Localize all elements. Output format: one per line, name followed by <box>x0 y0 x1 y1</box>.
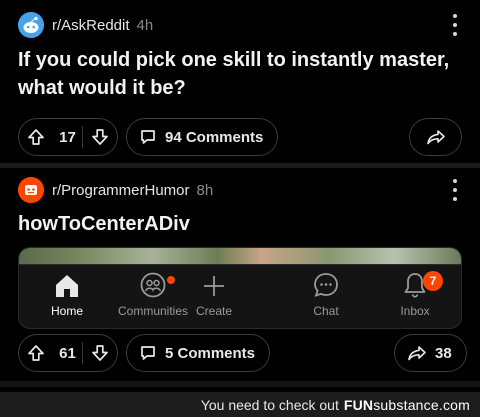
post-image[interactable]: Home Communities Create Chat Inbox 7 <box>18 247 462 329</box>
vote-control: 61 <box>18 334 118 372</box>
post-age: 8h <box>196 181 214 199</box>
subreddit-avatar[interactable] <box>18 12 44 38</box>
nav-label: Communities <box>117 304 189 318</box>
share-icon <box>426 130 445 145</box>
share-button[interactable] <box>409 118 462 156</box>
nav-label: Home <box>50 304 83 318</box>
comments-label: 94 Comments <box>165 128 264 146</box>
watermark-brand: FUNsubstance.com <box>344 397 470 413</box>
brand-fun: FUN <box>343 396 374 413</box>
chat-icon <box>312 265 340 299</box>
post-divider <box>0 381 480 387</box>
downvote-icon[interactable] <box>83 335 117 371</box>
comment-icon <box>141 130 155 144</box>
nav-label: Create <box>195 304 233 318</box>
downvote-icon[interactable] <box>83 119 117 155</box>
nav-chat: Chat <box>306 265 346 328</box>
share-count: 38 <box>435 344 452 362</box>
post-menu-icon[interactable] <box>452 179 458 201</box>
watermark-bar: You need to check out FUNsubstance.com <box>0 392 480 417</box>
watermark-text: You need to check out <box>200 396 339 413</box>
vote-count: 61 <box>59 344 76 362</box>
upvote-icon[interactable] <box>19 119 53 155</box>
post-menu-icon[interactable] <box>452 14 458 36</box>
programmer-humor-icon <box>18 177 44 203</box>
post-title[interactable]: howToCenterADiv <box>18 210 468 238</box>
nav-communities: Communities <box>115 265 191 328</box>
subreddit-name[interactable]: r/ProgrammerHumor <box>52 182 190 199</box>
vote-count: 17 <box>59 128 76 146</box>
subreddit-avatar[interactable] <box>18 177 44 203</box>
nav-create: Create <box>191 265 237 328</box>
communities-icon <box>139 265 167 299</box>
comments-label: 5 Comments <box>165 344 256 362</box>
nav-home: Home <box>37 265 97 328</box>
share-button[interactable]: 38 <box>394 334 467 372</box>
share-icon <box>408 346 426 361</box>
snoo-icon <box>18 12 44 38</box>
vote-control: 17 <box>18 118 118 156</box>
post-meta: r/AskReddit 4h <box>18 12 153 38</box>
nav-label: Chat <box>313 304 339 318</box>
post-title[interactable]: If you could pick one skill to instantly… <box>18 46 468 102</box>
notification-dot <box>167 276 175 284</box>
upvote-icon[interactable] <box>19 335 53 371</box>
post-card[interactable]: r/AskReddit 4h If you could pick one ski… <box>0 0 480 163</box>
brand-tld: .com <box>438 396 470 413</box>
plus-icon <box>201 265 227 299</box>
home-icon <box>53 265 81 299</box>
comments-button[interactable]: 5 Comments <box>126 334 271 372</box>
comment-icon <box>141 346 155 360</box>
subreddit-name[interactable]: r/AskReddit <box>52 17 130 34</box>
post-age: 4h <box>136 16 154 34</box>
brand-substance: substance <box>373 396 439 413</box>
embedded-nav-bar: Home Communities Create Chat Inbox 7 <box>19 264 461 328</box>
comments-button[interactable]: 94 Comments <box>126 118 279 156</box>
inbox-badge: 7 <box>423 271 443 291</box>
post-meta: r/ProgrammerHumor 8h <box>18 177 213 203</box>
nav-label: Inbox <box>400 304 430 318</box>
